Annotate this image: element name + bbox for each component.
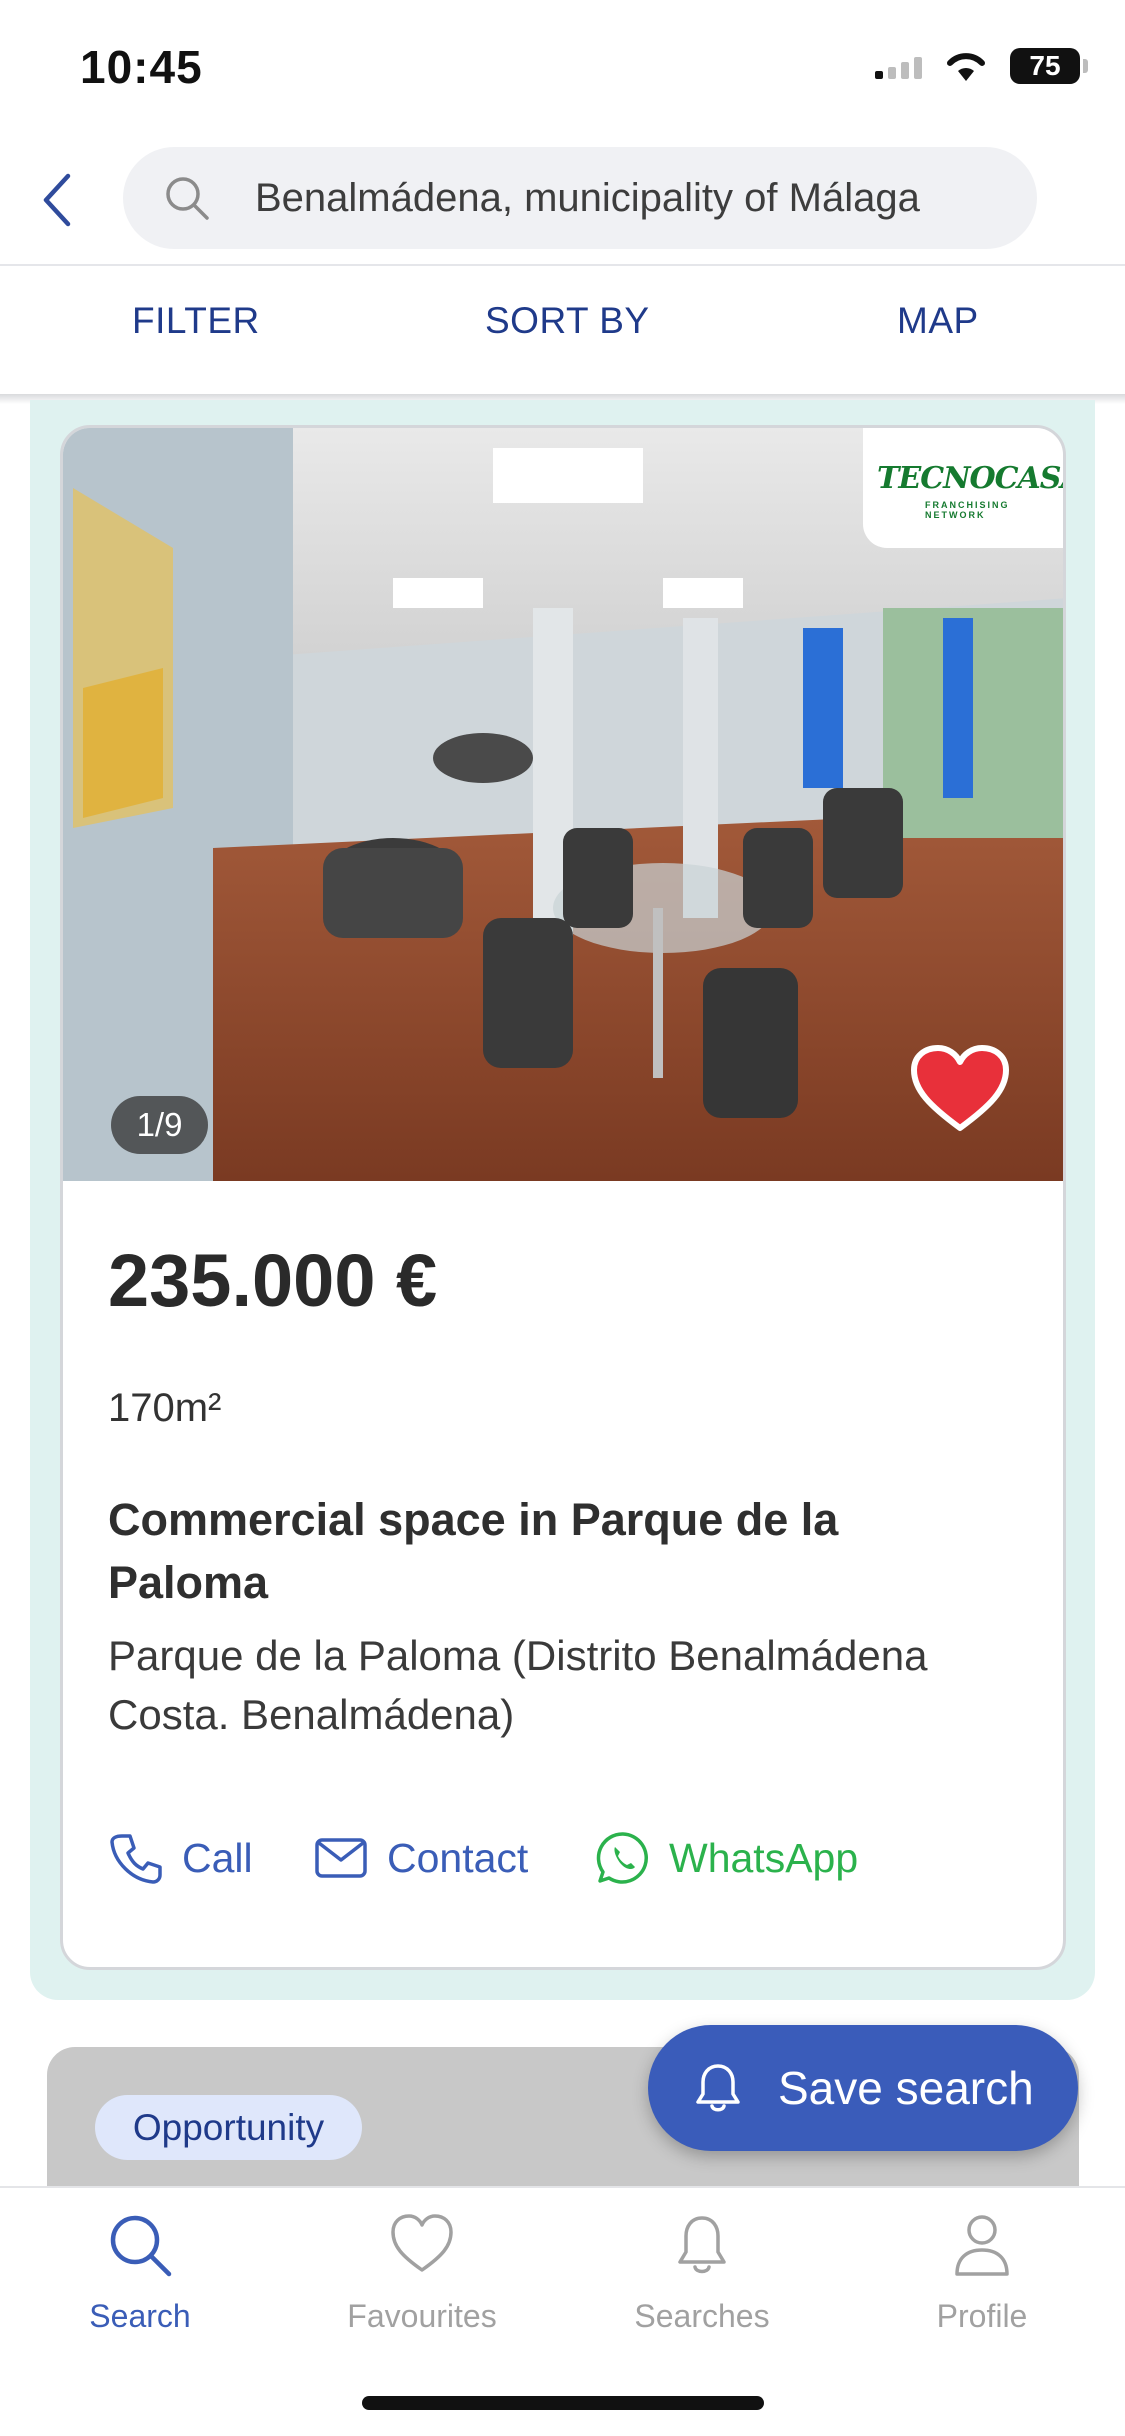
tab-sort-by[interactable]: SORT BY xyxy=(485,300,650,342)
contact-label: Contact xyxy=(387,1834,529,1881)
search-input[interactable]: Benalmádena, municipality of Málaga xyxy=(123,147,1037,249)
search-icon xyxy=(166,177,209,220)
phone-icon xyxy=(110,1834,162,1884)
search-query: Benalmádena, municipality of Málaga xyxy=(255,175,920,220)
whatsapp-button[interactable]: WhatsApp xyxy=(595,1828,858,1888)
home-indicator xyxy=(362,2396,764,2410)
header-divider xyxy=(0,264,1125,266)
opportunity-badge: Opportunity xyxy=(95,2095,362,2160)
listing-price: 235.000 € xyxy=(108,1239,438,1322)
tab-filter[interactable]: FILTER xyxy=(132,300,260,342)
nav-label-profile: Profile xyxy=(936,2298,1028,2334)
nav-item-profile[interactable]: Profile xyxy=(857,2210,1107,2335)
agency-tagline: FRANCHISING NETWORK xyxy=(925,500,1010,520)
agency-logo: TECNOCASA FRANCHISING NETWORK xyxy=(863,428,1063,548)
nav-label-favourites: Favourites xyxy=(347,2298,497,2334)
contact-button[interactable]: Contact xyxy=(313,1828,528,1888)
photo-counter: 1/9 xyxy=(111,1096,208,1154)
wifi-icon xyxy=(947,53,985,81)
whatsapp-label: WhatsApp xyxy=(669,1834,859,1881)
save-search-button[interactable]: Save search xyxy=(648,2025,1078,2151)
nav-item-search[interactable]: Search xyxy=(15,2210,265,2335)
whatsapp-icon xyxy=(596,1832,648,1884)
mail-icon xyxy=(315,1838,367,1878)
favourite-button[interactable] xyxy=(910,1044,1010,1134)
heart-icon xyxy=(391,2214,453,2272)
listing-card[interactable]: TECNOCASA FRANCHISING NETWORK 1/9 235.00… xyxy=(60,425,1066,1970)
bell-icon xyxy=(696,2064,740,2112)
agency-name: TECNOCASA xyxy=(877,460,1066,496)
back-button[interactable] xyxy=(40,165,84,235)
nav-item-searches[interactable]: Searches xyxy=(577,2210,827,2335)
search-icon xyxy=(110,2215,172,2277)
save-search-label: Save search xyxy=(778,2062,1034,2114)
call-button[interactable]: Call xyxy=(108,1828,253,1888)
status-icons: 75 xyxy=(875,48,1088,84)
listing-title[interactable]: Commercial space in Parque de la Paloma xyxy=(108,1488,888,1614)
nav-label-search: Search xyxy=(89,2298,191,2334)
status-time: 10:45 xyxy=(80,41,203,93)
listing-location: Parque de la Paloma (Distrito Benalmáden… xyxy=(108,1632,928,1738)
person-icon xyxy=(955,2215,1009,2276)
listing-area: 170m² xyxy=(108,1386,222,1430)
nav-item-favourites[interactable]: Favourites xyxy=(297,2210,547,2335)
heart-filled-icon xyxy=(911,1045,1009,1131)
chevron-left-icon xyxy=(43,173,71,227)
nav-label-searches: Searches xyxy=(634,2298,770,2334)
tab-map[interactable]: MAP xyxy=(897,300,979,342)
battery-icon: 75 xyxy=(1010,48,1088,84)
bell-icon xyxy=(678,2216,726,2274)
cellular-signal-icon xyxy=(875,53,922,79)
call-label: Call xyxy=(182,1834,253,1881)
